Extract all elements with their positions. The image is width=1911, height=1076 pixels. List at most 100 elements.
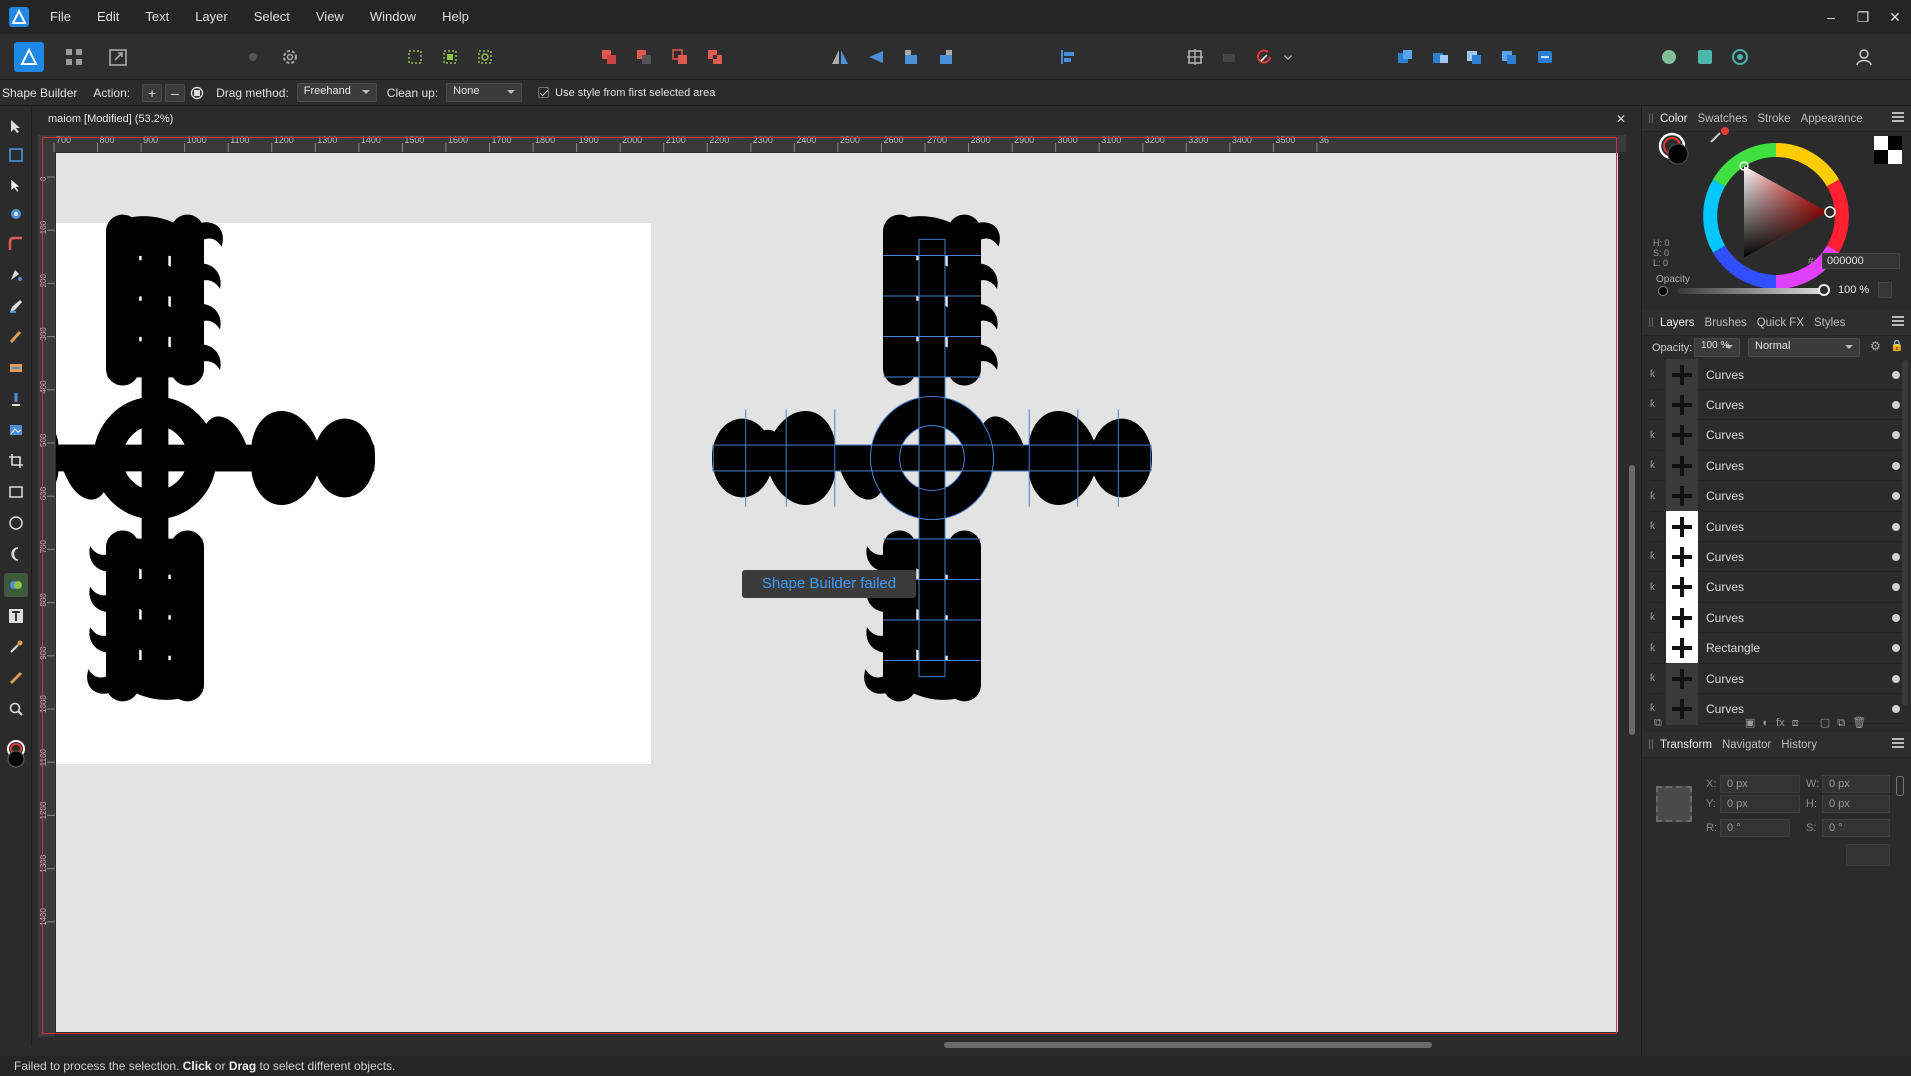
visibility-toggle[interactable] bbox=[1892, 400, 1900, 409]
tab-history[interactable]: History bbox=[1781, 739, 1817, 751]
vertical-scroll-thumb[interactable] bbox=[1629, 465, 1635, 735]
artboard-tool-icon[interactable] bbox=[4, 143, 28, 167]
layer-lock-icon[interactable]: 🔒 bbox=[1890, 339, 1904, 352]
tab-swatches[interactable]: Swatches bbox=[1697, 113, 1747, 125]
subtract-action-button[interactable]: – bbox=[165, 83, 186, 102]
rotate-right-icon[interactable] bbox=[931, 42, 961, 72]
layer-row[interactable]: ƙ Curves bbox=[1650, 358, 1902, 391]
sync-icon[interactable] bbox=[238, 42, 268, 72]
horizontal-scroll-thumb[interactable] bbox=[944, 1042, 1432, 1048]
moon-shape-tool-icon[interactable] bbox=[4, 542, 28, 566]
visibility-toggle[interactable] bbox=[1892, 644, 1900, 653]
menu-layer[interactable]: Layer bbox=[195, 0, 228, 34]
layer-row[interactable]: ƙ Curves bbox=[1650, 540, 1902, 573]
fx-icon[interactable]: fx bbox=[1776, 717, 1785, 729]
boolean-subtract-icon[interactable] bbox=[629, 42, 659, 72]
layer-expand-icon[interactable]: ƙ bbox=[1650, 491, 1662, 502]
layer-row[interactable]: ƙ Curves bbox=[1650, 388, 1902, 421]
menu-window[interactable]: Window bbox=[370, 0, 416, 34]
swatch-toggle-icon[interactable] bbox=[1874, 136, 1902, 169]
blend-mode-select[interactable]: Normal bbox=[1748, 338, 1860, 357]
layer-name[interactable]: Rectangle bbox=[1706, 641, 1892, 655]
crop-tool-icon[interactable] bbox=[4, 449, 28, 473]
layer-name[interactable]: Curves bbox=[1706, 672, 1892, 686]
transparency-tool-icon[interactable] bbox=[4, 387, 28, 411]
visibility-toggle[interactable] bbox=[1892, 704, 1900, 713]
boolean-add-icon[interactable] bbox=[594, 42, 624, 72]
point-transform-tool-icon[interactable] bbox=[4, 202, 28, 226]
live-filter-icon[interactable]: ⧈ bbox=[1792, 717, 1799, 729]
pen-tool-icon[interactable] bbox=[4, 263, 28, 287]
layer-row[interactable]: ƙ Rectangle bbox=[1650, 632, 1902, 665]
fill-stroke-indicator-icon[interactable] bbox=[1656, 128, 1696, 173]
menu-edit[interactable]: Edit bbox=[97, 0, 119, 34]
rotate-left-icon[interactable] bbox=[896, 42, 926, 72]
insert-behind-icon[interactable] bbox=[1249, 42, 1279, 72]
vertical-scrollbar[interactable] bbox=[1626, 135, 1638, 1040]
layer-expand-icon[interactable]: ƙ bbox=[1650, 551, 1662, 562]
snap-nodes-icon[interactable] bbox=[470, 42, 500, 72]
anchor-point-selector[interactable] bbox=[1656, 786, 1692, 822]
flip-horizontal-icon[interactable] bbox=[825, 42, 855, 72]
designer-persona-icon[interactable] bbox=[14, 42, 44, 72]
visibility-toggle[interactable] bbox=[1892, 674, 1900, 683]
pixel-persona-icon[interactable] bbox=[59, 42, 89, 72]
intersect-action-icon[interactable] bbox=[188, 84, 206, 102]
flip-vertical-icon[interactable] bbox=[861, 42, 891, 72]
layer-expand-icon[interactable]: ƙ bbox=[1650, 521, 1662, 532]
arrange-back-icon[interactable] bbox=[1494, 42, 1524, 72]
transform-origin-icon[interactable] bbox=[1180, 42, 1210, 72]
cleanup-select[interactable]: None bbox=[446, 83, 523, 102]
affinity-designer-logo-icon[interactable] bbox=[6, 5, 32, 29]
layer-name[interactable]: Curves bbox=[1706, 520, 1892, 534]
chevron-down-icon[interactable] bbox=[1280, 42, 1296, 72]
visibility-toggle[interactable] bbox=[1892, 431, 1900, 440]
layers-menu-icon[interactable] bbox=[1892, 316, 1904, 326]
tab-brushes[interactable]: Brushes bbox=[1705, 317, 1747, 329]
minimize-button[interactable]: – bbox=[1815, 0, 1847, 34]
align-icon[interactable] bbox=[1053, 42, 1083, 72]
layer-row[interactable]: ƙ Curves bbox=[1650, 449, 1902, 482]
gear-icon[interactable] bbox=[275, 42, 305, 72]
layer-name[interactable]: Curves bbox=[1706, 489, 1892, 503]
horizontal-ruler[interactable]: 700 800 900 1000 1100 1200 1300 1400 1500 1600 170… bbox=[38, 135, 1626, 152]
x-input[interactable]: 0 px bbox=[1720, 775, 1800, 793]
hex-input[interactable]: 000000 bbox=[1822, 253, 1900, 269]
group-icon[interactable] bbox=[1530, 42, 1560, 72]
tab-navigator[interactable]: Navigator bbox=[1722, 739, 1771, 751]
opacity-slider[interactable] bbox=[1678, 288, 1823, 294]
layers-scrollbar[interactable] bbox=[1902, 360, 1908, 705]
tab-transform[interactable]: Transform bbox=[1660, 739, 1712, 751]
layer-expand-icon[interactable]: ƙ bbox=[1650, 369, 1662, 380]
drag-method-select[interactable]: Freehand bbox=[296, 83, 377, 102]
close-window-button[interactable]: ✕ bbox=[1879, 0, 1911, 34]
add-layer-icon[interactable]: ▢ bbox=[1820, 717, 1830, 729]
opacity-value[interactable]: 100 % bbox=[1838, 284, 1870, 299]
visibility-toggle[interactable] bbox=[1892, 522, 1900, 531]
tab-styles[interactable]: Styles bbox=[1814, 317, 1845, 329]
delete-layer-icon[interactable]: 🗑 bbox=[1852, 717, 1866, 729]
layer-name[interactable]: Curves bbox=[1706, 580, 1892, 594]
visibility-toggle[interactable] bbox=[1892, 461, 1900, 470]
layer-name[interactable]: Curves bbox=[1706, 368, 1892, 382]
document-tab[interactable]: maiom [Modified] (53.2%) ✕ bbox=[38, 110, 1640, 128]
color-wheel[interactable] bbox=[1700, 140, 1852, 297]
tab-appearance[interactable]: Appearance bbox=[1801, 113, 1863, 125]
boolean-xor-icon[interactable] bbox=[700, 42, 730, 72]
visibility-toggle[interactable] bbox=[1892, 492, 1900, 501]
visibility-toggle[interactable] bbox=[1892, 370, 1900, 379]
layer-expand-icon[interactable]: ƙ bbox=[1650, 399, 1662, 410]
rotation-input[interactable]: 0 ° bbox=[1720, 819, 1790, 837]
opacity-dropdown-icon[interactable] bbox=[1878, 282, 1892, 298]
layer-expand-icon[interactable]: ƙ bbox=[1650, 582, 1662, 593]
layer-name[interactable]: Curves bbox=[1706, 398, 1892, 412]
layers-grip-icon[interactable]: || bbox=[1642, 317, 1660, 328]
adjustment-icon[interactable]: ◐ bbox=[1762, 717, 1769, 729]
layer-name[interactable]: Curves bbox=[1706, 428, 1892, 442]
export-persona-icon[interactable] bbox=[103, 42, 133, 72]
link-dimensions-icon[interactable] bbox=[1896, 776, 1904, 796]
layer-row[interactable]: ƙ Curves bbox=[1650, 480, 1902, 513]
mask-layer-icon[interactable]: ▣ bbox=[1745, 717, 1755, 729]
layer-row[interactable]: ƙ Curves bbox=[1650, 601, 1902, 634]
layer-expand-icon[interactable]: ƙ bbox=[1650, 612, 1662, 623]
